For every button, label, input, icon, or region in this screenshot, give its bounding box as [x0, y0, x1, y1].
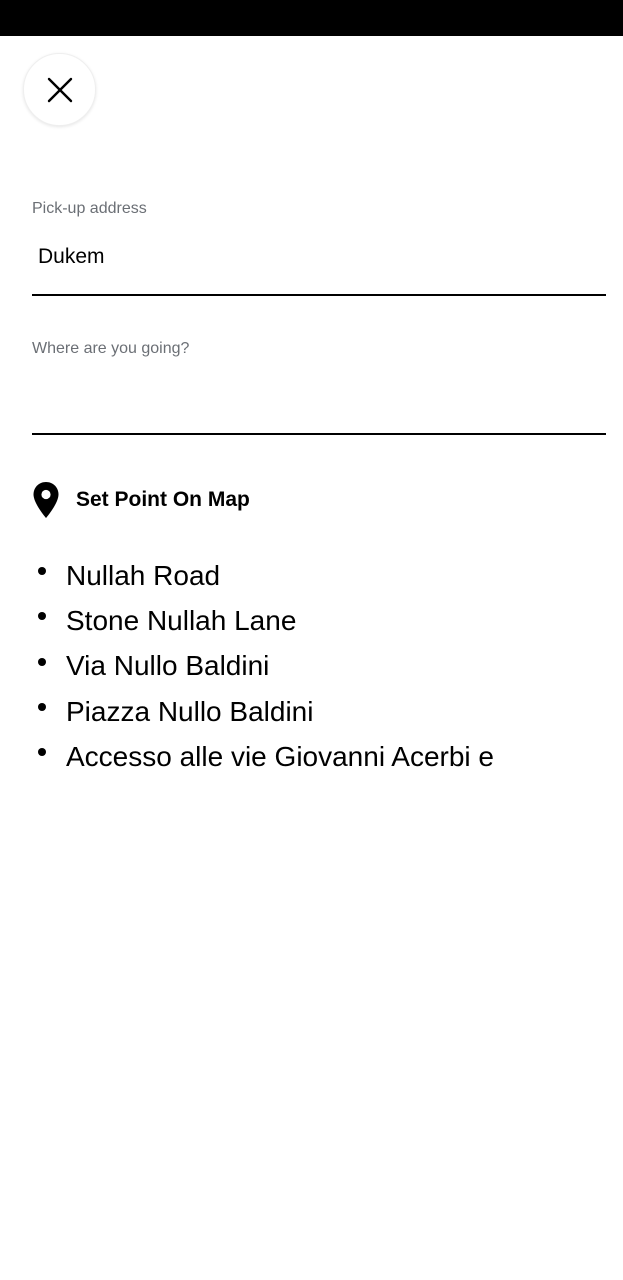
set-point-on-map-button[interactable]: Set Point On Map: [32, 478, 250, 522]
suggestion-item[interactable]: Piazza Nullo Baldini: [36, 689, 606, 734]
map-pin-icon: [33, 482, 59, 518]
suggestion-label: Accesso alle vie Giovanni Acerbi e: [66, 740, 494, 772]
suggestions-list: Nullah Road Stone Nullah Lane Via Nullo …: [36, 553, 606, 779]
destination-field: Where are you going?: [32, 340, 606, 437]
suggestion-item[interactable]: Via Nullo Baldini: [36, 644, 606, 689]
pickup-address-underline: [32, 294, 606, 296]
set-point-on-map-label: Set Point On Map: [76, 488, 250, 511]
close-button[interactable]: [23, 53, 96, 126]
destination-label: Where are you going?: [32, 340, 190, 357]
bullet: [38, 702, 46, 711]
pickup-address-label: Pick-up address: [32, 200, 147, 217]
suggestion-label: Stone Nullah Lane: [66, 604, 297, 636]
destination-underline: [32, 433, 606, 435]
close-icon: [47, 77, 72, 102]
bullet: [38, 748, 46, 757]
status-bar: [0, 0, 623, 36]
destination-input[interactable]: [32, 380, 606, 414]
suggestion-item[interactable]: Stone Nullah Lane: [36, 598, 606, 643]
bullet: [38, 612, 46, 621]
bullet: [38, 657, 46, 666]
suggestion-label: Piazza Nullo Baldini: [66, 695, 314, 727]
suggestion-item[interactable]: Accesso alle vie Giovanni Acerbi e: [36, 734, 606, 779]
suggestion-label: Via Nullo Baldini: [66, 650, 270, 682]
bullet: [38, 567, 46, 575]
suggestion-item[interactable]: Nullah Road: [36, 553, 606, 598]
pickup-address-field: Pick-up address: [32, 200, 606, 297]
pickup-address-input[interactable]: [32, 240, 606, 274]
suggestion-label: Nullah Road: [66, 559, 221, 591]
